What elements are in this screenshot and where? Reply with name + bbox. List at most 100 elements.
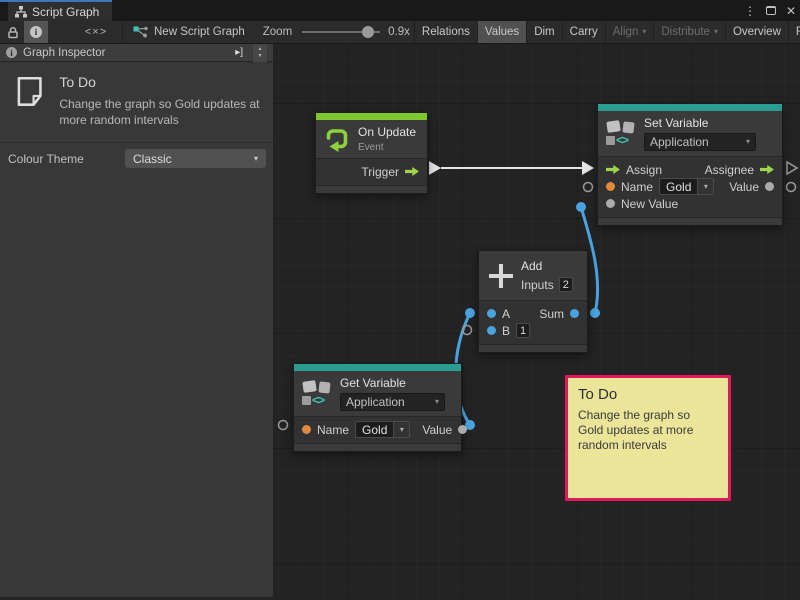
colour-theme-label: Colour Theme [8, 152, 84, 166]
assign-input-arrowhead[interactable] [582, 161, 594, 175]
new-script-graph-button[interactable]: New Script Graph [133, 26, 245, 38]
relations-button[interactable]: Relations [414, 21, 477, 44]
graph-toolbar: i <×> New Script Graph Zoom 0.9x Relatio… [0, 21, 800, 44]
script-graph-asset-icon [133, 26, 148, 38]
variable-scope-dropdown[interactable]: Application ▾ [340, 393, 445, 411]
node-footer [316, 185, 427, 193]
close-icon[interactable]: ✕ [786, 4, 796, 18]
graph-canvas[interactable]: To Do Change the graph so Gold updates a… [273, 44, 800, 600]
chevron-down-icon: ▾ [430, 398, 439, 406]
graph-inspector-title: Graph Inspector [23, 47, 105, 59]
node-title: Set Variable [644, 116, 756, 130]
setvariable-value-output-port[interactable] [787, 183, 796, 192]
toolbar-toggle-group: Relations Values Dim Carry Align ▾ Distr… [414, 21, 800, 44]
node-footer [598, 217, 782, 225]
setvariable-name-input-port[interactable] [584, 183, 593, 192]
node-add[interactable]: Add Inputs 2 A Sum B [478, 250, 588, 353]
zoom-slider-handle[interactable] [362, 26, 374, 38]
zoom-slider[interactable] [302, 26, 380, 38]
toolbar-separator [122, 21, 123, 44]
tab-script-graph[interactable]: Script Graph [8, 2, 112, 21]
node-footer [294, 443, 461, 451]
assignee-label: Assignee [705, 163, 754, 177]
node-get-variable[interactable]: <> Get Variable Application ▾ Name Gold [293, 363, 462, 452]
lock-button[interactable] [2, 21, 24, 44]
b-port-dot[interactable] [487, 326, 496, 335]
tab-bar: Script Graph ⋮ ✕ [0, 0, 800, 21]
trigger-label: Trigger [361, 165, 399, 179]
node-set-variable[interactable]: <> Set Variable Application ▾ Assign Ass… [597, 103, 783, 226]
sum-port-dot[interactable] [570, 309, 579, 318]
dock-panel-icon[interactable]: ▸] [235, 47, 243, 58]
scroll-up-icon[interactable]: ▲ [258, 46, 263, 53]
node-title: Add [521, 259, 573, 273]
node-title: Get Variable [340, 376, 445, 390]
sticky-note[interactable]: To Do Change the graph so Gold updates a… [565, 375, 731, 501]
trigger-output-port[interactable] [429, 161, 441, 175]
variable-name-dropdown[interactable]: Gold ▾ [355, 421, 410, 438]
chevron-down-icon: ▾ [741, 138, 750, 146]
name-label: Name [621, 180, 653, 194]
dim-button[interactable]: Dim [526, 21, 561, 44]
new-value-port-dot[interactable] [606, 199, 615, 208]
colour-theme-select[interactable]: Classic ▾ [125, 149, 266, 168]
value-port-dot[interactable] [765, 182, 774, 191]
distribute-dropdown[interactable]: Distribute ▾ [653, 21, 725, 44]
fullscreen-button[interactable]: Full Screen [788, 21, 800, 44]
add-a-input-port[interactable] [465, 308, 475, 318]
node-accent-bar [316, 113, 427, 120]
flow-arrow-icon [606, 165, 620, 174]
panel-scroll-stepper[interactable]: ▲ ▼ [253, 44, 267, 62]
colour-theme-row: Colour Theme Classic ▾ [0, 145, 273, 173]
node-footer [479, 344, 587, 352]
b-label: B [502, 324, 510, 338]
getvariable-name-input-port[interactable] [279, 421, 288, 430]
overview-button[interactable]: Overview [725, 21, 788, 44]
maximize-icon[interactable] [766, 6, 776, 15]
inspector-toggle-button[interactable]: i [24, 21, 48, 44]
inputs-count-field[interactable]: 2 [559, 277, 573, 292]
name-label: Name [317, 423, 349, 437]
graph-inspector-header: i Graph Inspector ▸] ▲ ▼ [0, 44, 273, 62]
lock-icon [7, 26, 19, 39]
window-menu-icon[interactable]: ⋮ [744, 4, 756, 18]
b-value-field[interactable]: 1 [516, 323, 530, 338]
code-icon: <×> [85, 26, 107, 38]
variable-icon: <> [302, 380, 332, 408]
zoom-value: 0.9x [388, 26, 410, 38]
chevron-down-icon: ▾ [254, 155, 258, 163]
sum-label: Sum [539, 307, 564, 321]
zoom-label: Zoom [263, 26, 292, 38]
name-port-dot[interactable] [606, 182, 615, 191]
values-button[interactable]: Values [477, 21, 526, 44]
info-icon: i [6, 47, 17, 58]
value-label: Value [422, 423, 452, 437]
todo-text: Change the graph so Gold updates at more… [59, 96, 263, 128]
add-sum-output-port[interactable] [590, 308, 600, 318]
node-accent-bar [294, 364, 461, 371]
setvariable-newvalue-input-port[interactable] [576, 202, 586, 212]
tab-label: Script Graph [32, 5, 99, 19]
scroll-down-icon[interactable]: ▼ [258, 53, 263, 60]
divider [0, 142, 273, 143]
a-label: A [502, 307, 510, 321]
variable-name-dropdown[interactable]: Gold ▾ [659, 178, 714, 195]
node-title: On Update [358, 125, 416, 139]
node-accent-bar [598, 104, 782, 111]
carry-button[interactable]: Carry [562, 21, 605, 44]
chevron-down-icon: ▾ [698, 178, 714, 195]
node-on-update[interactable]: On Update Event Trigger [315, 112, 428, 194]
a-port-dot[interactable] [487, 309, 496, 318]
code-view-button[interactable]: <×> [74, 21, 118, 44]
align-dropdown[interactable]: Align ▾ [605, 21, 654, 44]
chevron-down-icon: ▾ [394, 421, 410, 438]
node-subtitle: Event [358, 142, 416, 153]
add-plus-icon [489, 264, 513, 288]
assignee-output-port[interactable] [787, 162, 797, 174]
sticky-note-title: To Do [578, 386, 718, 403]
new-script-graph-label: New Script Graph [154, 26, 245, 38]
info-icon: i [30, 26, 42, 38]
on-update-loop-icon [324, 126, 350, 152]
name-port-dot[interactable] [302, 425, 311, 434]
variable-scope-dropdown[interactable]: Application ▾ [644, 133, 756, 151]
